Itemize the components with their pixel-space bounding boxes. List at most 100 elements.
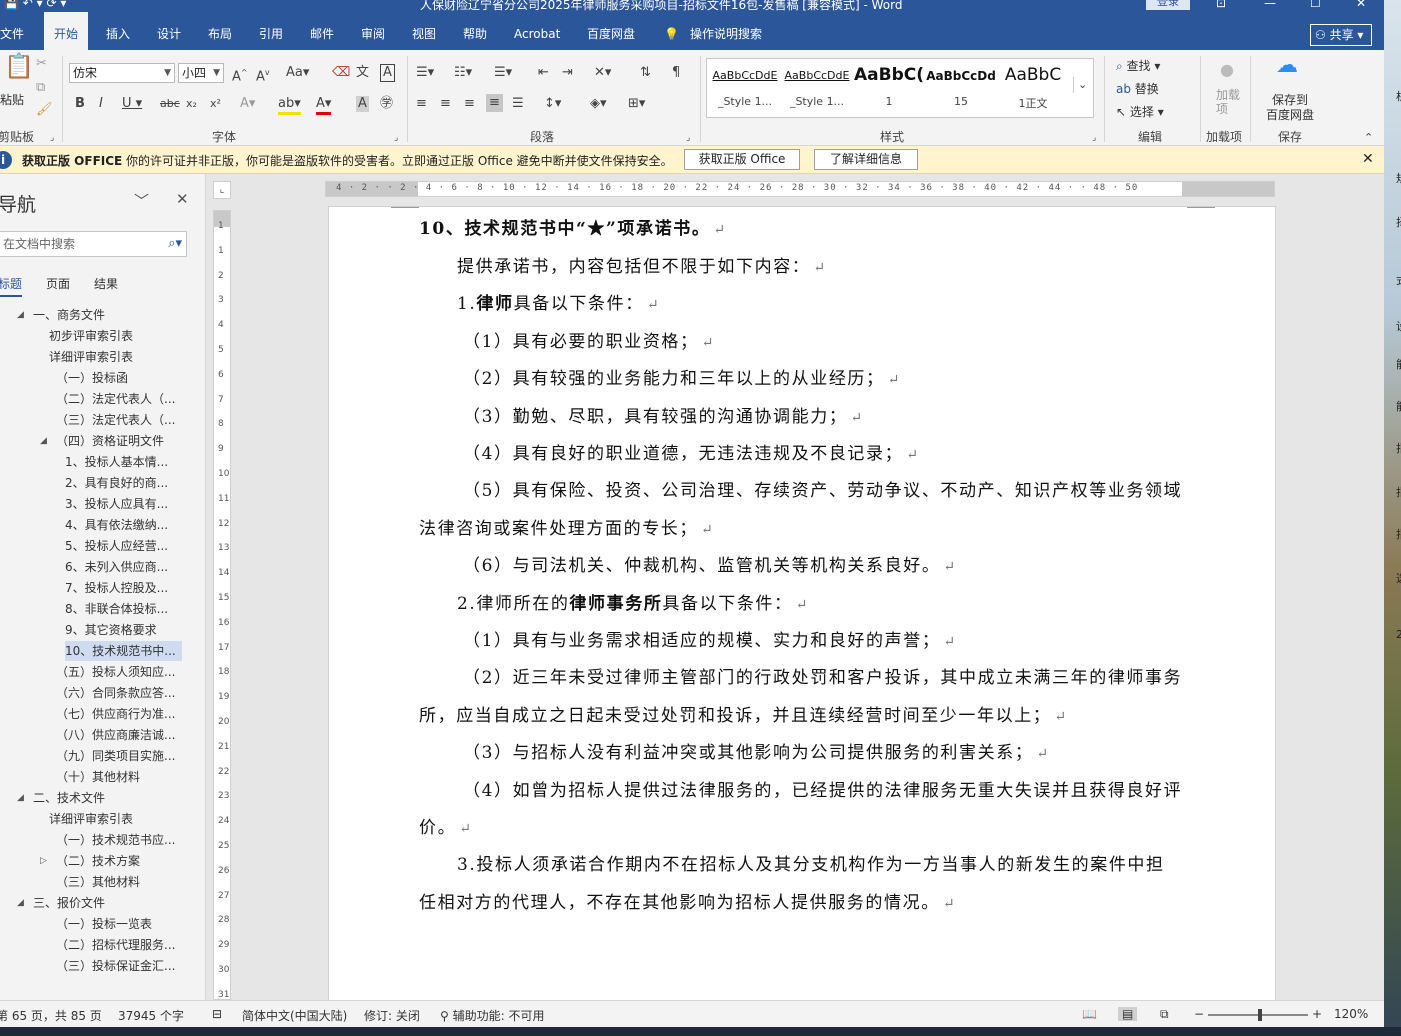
justify-icon[interactable]: ≡ [486,94,503,112]
nav-heading-item[interactable]: 8、非联合体投标... [65,599,168,619]
addins-button[interactable]: 加载项 [1216,88,1240,116]
collapse-caret-icon[interactable]: ◢ [17,788,24,808]
align-left-icon[interactable]: ≡ [416,96,427,112]
nav-heading-item[interactable]: 详细评审索引表 [49,347,133,367]
tab-home[interactable]: 开始 [44,12,89,50]
document-line[interactable]: 1.律师具备以下条件： ↵ [457,292,660,317]
accessibility-status[interactable]: ⚲ 辅助功能: 不可用 [440,1007,544,1024]
close-icon[interactable]: ✕ [1362,151,1374,167]
nav-heading-item[interactable]: 2、具有良好的商... [65,473,168,493]
document-line[interactable]: 提供承诺书，内容包括但不限于如下内容： ↵ [457,255,827,280]
tab-help[interactable]: 帮助 [463,12,487,50]
multilevel-list-icon[interactable]: ☰▾ [494,65,512,81]
font-size-box[interactable]: 小四 ▼ [178,63,224,83]
bold-icon[interactable]: B [75,96,85,112]
style-item[interactable]: AaBbCcDdE _Style 1... [781,59,853,117]
share-button[interactable]: ⚇ 共享 ▾ [1310,24,1372,46]
document-line[interactable]: 所，应当自成立之日起未受过处罚和投诉，并且连续经营时间至少一年以上； ↵ [419,704,1068,729]
highlight-color-icon[interactable]: ab▾ [278,96,301,115]
tab-results[interactable]: 结果 [94,275,118,292]
nav-heading-item[interactable]: 9、其它资格要求 [65,620,157,640]
nav-heading-item[interactable]: 三、报价文件 [33,893,105,913]
show-marks-icon[interactable]: ¶ [672,65,680,81]
close-icon[interactable]: ✕ [1356,0,1366,10]
dialog-launcher-icon[interactable]: ⌟ [50,130,54,146]
nav-heading-item[interactable]: （五）投标人须知应... [56,662,175,682]
line-spacing-icon[interactable]: ↕▾ [544,96,561,112]
print-layout-icon[interactable]: ▤ [1118,1007,1138,1021]
document-line[interactable]: 任相对方的代理人，不存在其他影响为招标人提供服务的情况。 ↵ [419,891,956,916]
login-button[interactable]: 登录 [1146,0,1190,10]
document-line[interactable]: （2）近三年未受过律师主管部门的行政处罚和客户投诉，其中成立未满三年的律师事务 [463,666,1182,690]
quick-access-icons[interactable]: 💾 ↶ ▾ ⟳ ▾ [4,0,66,10]
paste-icon[interactable]: 📋 [4,54,34,78]
nav-heading-item[interactable]: （十）其他材料 [56,767,140,787]
bullets-icon[interactable]: ☰▾ [416,65,434,81]
horizontal-ruler[interactable]: 4 · 2 · · 2 · 4 · 6 · 8 · 10 · 12 · 14 ·… [325,181,1275,197]
collapse-caret-icon[interactable]: ◢ [40,431,47,451]
tab-references[interactable]: 引用 [259,12,283,50]
enclosed-character-icon[interactable]: ㊫ [380,96,393,112]
nav-heading-item[interactable]: （四）资格证明文件 [56,431,164,451]
nav-heading-item[interactable]: 一、商务文件 [33,305,105,325]
document-line[interactable]: （4）如曾为招标人提供过法律服务的，已经提供的法律服务无重大失误并且获得良好评 [463,779,1182,803]
document-line[interactable]: （3）与招标人没有利益冲突或其他影响为公司提供服务的利害关系； ↵ [463,741,1050,766]
style-item[interactable]: AaBbC 1正文 [997,59,1069,117]
web-layout-icon[interactable]: ⧉ [1160,1007,1169,1022]
font-color-icon[interactable]: A▾ [316,96,332,115]
document-line[interactable]: （5）具有保险、投资、公司治理、存续资产、劳动争议、不动产、知识产权等业务领域 [463,479,1182,503]
document-heading[interactable]: 10、技术规范书中“★”项承诺书。 ↵ [419,217,727,242]
superscript-icon[interactable]: x² [210,96,221,112]
nav-heading-item[interactable]: （二）技术方案 [56,851,140,871]
navigation-search-input[interactable]: 在文档中搜索 ⌕▾ [0,231,187,257]
grow-font-icon[interactable]: A^ [232,65,248,85]
font-name-box[interactable]: 仿宋 ▼ [69,63,175,83]
nav-heading-item[interactable]: 二、技术文件 [33,788,105,808]
align-right-icon[interactable]: ≡ [464,96,475,112]
save-to-netdisk-line2[interactable]: 百度网盘 [1266,106,1314,123]
zoom-level[interactable]: 120% [1334,1007,1368,1021]
search-icon[interactable]: ⌕▾ [168,232,182,256]
change-case-icon[interactable]: Aa▾ [286,65,309,81]
nav-heading-item[interactable]: 初步评审索引表 [49,326,133,346]
tab-design[interactable]: 设计 [157,12,181,50]
numbering-icon[interactable]: ☷▾ [454,65,472,81]
minimize-icon[interactable]: — [1264,0,1276,10]
tab-acrobat[interactable]: Acrobat [514,12,560,50]
language-indicator[interactable]: 简体中文(中国大陆) [242,1007,347,1024]
collapse-caret-icon[interactable]: ◢ [17,305,24,325]
nav-heading-item[interactable]: （三）法定代表人（... [56,410,175,430]
sort-icon[interactable]: ⇅ [640,65,651,81]
nav-heading-item[interactable]: 10、技术规范书中... [65,641,182,661]
character-shading-icon[interactable]: A [356,96,369,112]
get-genuine-office-button[interactable]: 获取正版 Office [684,149,800,170]
shading-icon[interactable]: ◈▾ [590,96,607,112]
nav-heading-item[interactable]: （九）同类项目实施... [56,746,175,766]
nav-heading-item[interactable]: 4、具有依法缴纳... [65,515,168,535]
tab-insert[interactable]: 插入 [106,12,130,50]
expand-caret-icon[interactable]: ▷ [40,851,47,871]
document-line[interactable]: （4）具有良好的职业道德，无违法违规及不良记录； ↵ [463,442,920,467]
document-line[interactable]: 价。 ↵ [419,816,473,841]
maximize-icon[interactable]: ☐ [1310,0,1321,10]
document-line[interactable]: （1）具有必要的职业资格； ↵ [463,330,715,355]
zoom-in-icon[interactable]: + [1312,1007,1322,1021]
document-line[interactable]: （3）勤勉、尽职，具有较强的沟通协调能力； ↵ [463,405,864,430]
nav-heading-item[interactable]: 详细评审索引表 [49,809,133,829]
replace-button[interactable]: ab 替换 [1116,80,1159,97]
underline-icon[interactable]: U ▾ [122,96,142,112]
align-center-icon[interactable]: ≡ [440,96,451,112]
borders-icon[interactable]: ⊞▾ [628,96,645,112]
nav-heading-item[interactable]: 6、未列入供应商... [65,557,168,577]
dialog-launcher-icon[interactable]: ⌟ [1092,130,1096,146]
nav-heading-item[interactable]: （七）供应商行为准... [56,704,175,724]
cut-icon[interactable]: ✂ [36,56,47,72]
strikethrough-icon[interactable]: abc [160,96,180,112]
styles-more-icon[interactable]: ⌄ [1073,77,1087,93]
character-border-icon[interactable]: A [380,64,395,82]
nav-heading-item[interactable]: （一）投标一览表 [56,914,152,934]
document-line[interactable]: （2）具有较强的业务能力和三年以上的从业经历； ↵ [463,367,901,392]
document-page[interactable]: 10、技术规范书中“★”项承诺书。 ↵ 提供承诺书，内容包括但不限于如下内容： ↵ 1… [328,206,1276,1000]
style-item[interactable]: AaBbCcDdE _Style 1... [709,59,781,117]
nav-heading-item[interactable]: 3、投标人应具有... [65,494,168,514]
